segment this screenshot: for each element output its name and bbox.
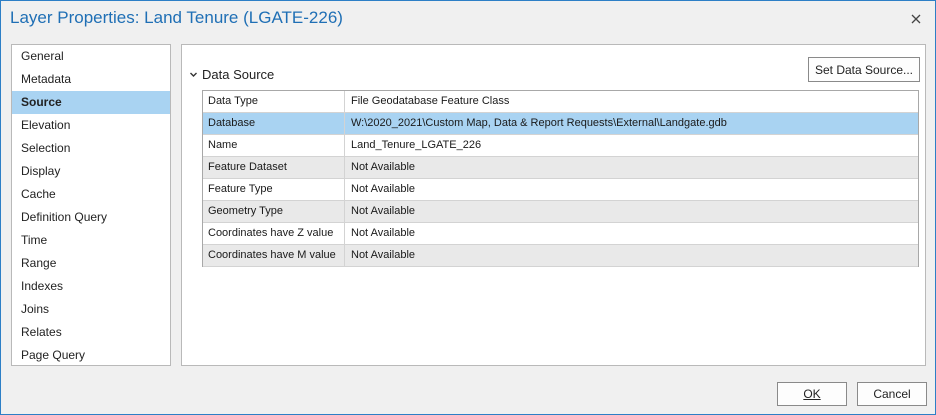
property-pages-list: General Metadata Source Elevation Select…	[11, 44, 171, 366]
property-label: Geometry Type	[203, 201, 345, 222]
property-value: Land_Tenure_LGATE_226	[351, 139, 482, 151]
sidebar-item-time[interactable]: Time	[12, 229, 170, 252]
close-icon	[911, 14, 921, 24]
table-row[interactable]: Name Land_Tenure_LGATE_226	[203, 135, 918, 157]
sidebar-item-indexes[interactable]: Indexes	[12, 275, 170, 298]
property-label: Coordinates have Z value	[203, 223, 345, 244]
property-label: Database	[203, 113, 345, 134]
sidebar-item-page-query[interactable]: Page Query	[12, 344, 170, 367]
property-label: Name	[203, 135, 345, 156]
table-row[interactable]: Database W:\2020_2021\Custom Map, Data &…	[203, 113, 918, 135]
ok-button-label: OK	[803, 387, 821, 401]
property-value: Not Available	[351, 205, 416, 217]
sidebar-item-general[interactable]: General	[12, 45, 170, 68]
sidebar-item-display[interactable]: Display	[12, 160, 170, 183]
table-row[interactable]: Feature Dataset Not Available	[203, 157, 918, 179]
sidebar-item-definition-query[interactable]: Definition Query	[12, 206, 170, 229]
property-value: W:\2020_2021\Custom Map, Data & Report R…	[351, 117, 727, 129]
source-page: Data Source Set Data Source... Data Type…	[181, 44, 926, 366]
chevron-down-icon	[190, 72, 197, 77]
sidebar-item-selection[interactable]: Selection	[12, 137, 170, 160]
property-label: Feature Type	[203, 179, 345, 200]
property-value: Not Available	[351, 249, 416, 261]
property-value: Not Available	[351, 227, 416, 239]
table-row[interactable]: Geometry Type Not Available	[203, 201, 918, 223]
cancel-button[interactable]: Cancel	[857, 382, 927, 406]
table-row[interactable]: Feature Type Not Available	[203, 179, 918, 201]
sidebar-item-metadata[interactable]: Metadata	[12, 68, 170, 91]
set-data-source-button[interactable]: Set Data Source...	[808, 57, 920, 82]
source-properties-table: Data Type File Geodatabase Feature Class…	[202, 90, 919, 267]
property-value: Not Available	[351, 183, 416, 195]
sidebar-item-joins[interactable]: Joins	[12, 298, 170, 321]
property-label: Coordinates have M value	[203, 245, 345, 266]
table-row[interactable]: Coordinates have Z value Not Available	[203, 223, 918, 245]
property-label: Feature Dataset	[203, 157, 345, 178]
property-value: Not Available	[351, 161, 416, 173]
table-row[interactable]: Coordinates have M value Not Available	[203, 245, 918, 267]
property-value: File Geodatabase Feature Class	[351, 95, 510, 107]
dialog-title: Layer Properties: Land Tenure (LGATE-226…	[10, 8, 343, 27]
data-source-expander[interactable]: Data Source	[189, 65, 274, 83]
section-title: Data Source	[202, 66, 275, 82]
table-row[interactable]: Data Type File Geodatabase Feature Class	[203, 91, 918, 113]
sidebar-item-elevation[interactable]: Elevation	[12, 114, 170, 137]
sidebar-item-range[interactable]: Range	[12, 252, 170, 275]
sidebar-item-relates[interactable]: Relates	[12, 321, 170, 344]
close-button[interactable]	[905, 9, 927, 29]
layer-properties-dialog: Layer Properties: Land Tenure (LGATE-226…	[0, 0, 936, 415]
sidebar-item-source[interactable]: Source	[12, 91, 170, 114]
ok-button[interactable]: OK	[777, 382, 847, 406]
sidebar-item-cache[interactable]: Cache	[12, 183, 170, 206]
title-bar: Layer Properties: Land Tenure (LGATE-226…	[1, 1, 935, 39]
property-label: Data Type	[203, 91, 345, 112]
